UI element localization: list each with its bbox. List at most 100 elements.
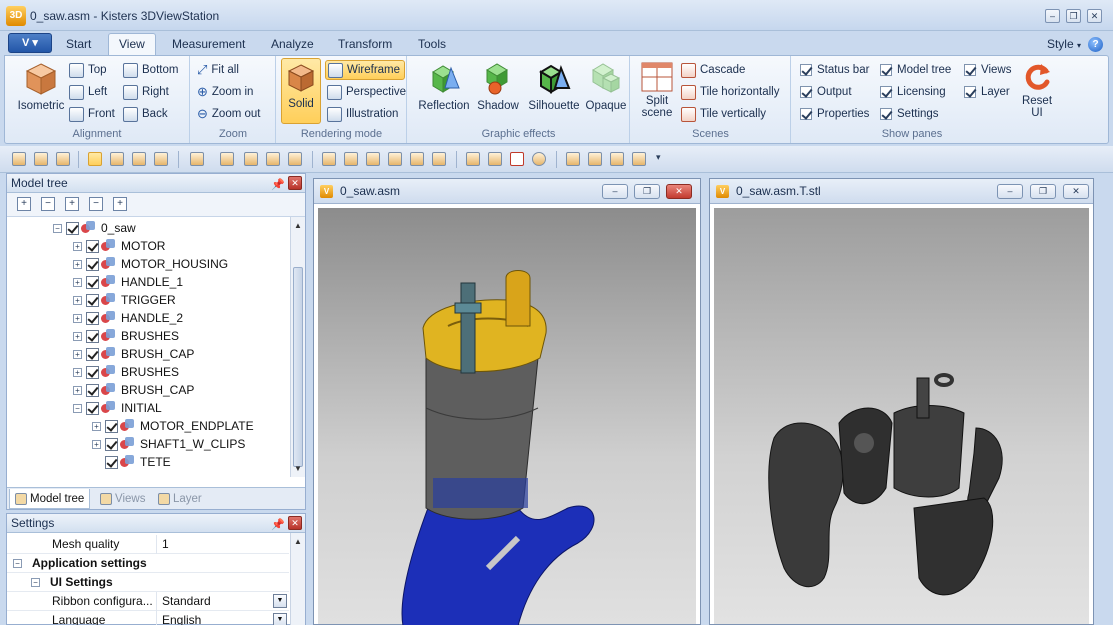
left-view-button[interactable]: Left [69,82,107,102]
rectangle-tool-icon[interactable] [510,152,524,166]
checkbox-checked-icon[interactable] [66,221,79,235]
tile-vertically-button[interactable]: Tile vertically [681,104,766,124]
tree-item[interactable]: TETE [105,453,171,471]
solid-button[interactable]: Solid [281,58,321,124]
layer-checkbox[interactable]: Layer [964,82,1010,102]
cup-tool-icon[interactable] [266,152,280,166]
toolbar-overflow-icon[interactable]: ▾ [656,152,661,163]
restore-icon[interactable]: ❐ [1030,184,1056,199]
rotate-tool-icon[interactable] [366,152,380,166]
tab-model-tree[interactable]: Model tree [9,489,91,509]
circle-tool-icon[interactable] [110,152,124,166]
collapse-icon[interactable]: − [13,558,22,568]
illustration-button[interactable]: Illustration [327,104,398,124]
expand-icon[interactable]: + [92,439,101,449]
tree-item[interactable]: + BRUSH_CAP [73,381,194,399]
checkbox-checked-icon[interactable] [105,455,118,469]
tree-root[interactable]: − 0_saw [53,219,136,237]
properties-checkbox[interactable]: Properties [800,104,869,124]
hand-tool-icon[interactable] [244,152,258,166]
chevron-down-icon[interactable]: ▼ [273,612,287,625]
checkbox-checked-icon[interactable] [105,437,118,451]
expand-icon[interactable]: + [92,421,101,431]
coordinate-tool-icon[interactable] [588,152,602,166]
chevron-down-icon[interactable]: ▼ [273,593,287,608]
status-bar-checkbox[interactable]: Status bar [800,60,869,80]
help-icon[interactable]: ? [1088,37,1103,52]
tab-measurement[interactable]: Measurement [162,35,255,56]
bottom-view-button[interactable]: Bottom [123,60,178,80]
tree-item[interactable]: + BRUSHES [73,363,179,381]
isometric-button[interactable]: Isometric [13,62,69,112]
maximize-button[interactable]: ❐ [1066,9,1081,23]
minimize-icon[interactable]: – [997,184,1023,199]
front-view-button[interactable]: Front [69,104,115,124]
expand-level-icon[interactable]: + [65,197,79,211]
setting-dropdown[interactable]: Standard ▼ [157,592,289,611]
expand-icon[interactable]: + [73,385,82,395]
axis-tool-icon[interactable] [566,152,580,166]
settings-scrollbar[interactable]: ▲ [290,533,305,625]
checkbox-checked-icon[interactable] [86,329,99,343]
cascade-button[interactable]: Cascade [681,60,745,80]
tab-view[interactable]: View [108,33,156,56]
right-view-button[interactable]: Right [123,82,169,102]
reset-ui-button[interactable]: Reset UI [1017,62,1057,119]
flag-tool-icon[interactable] [466,152,480,166]
tree-item[interactable]: − INITIAL [73,399,162,417]
expand-selected-icon[interactable]: + [113,197,127,211]
book-tool-icon[interactable] [220,152,234,166]
select-tool-icon[interactable] [12,152,26,166]
setting-category[interactable]: − UI Settings [7,573,289,592]
lock-tool-icon[interactable] [88,152,102,166]
3d-canvas-right[interactable] [714,208,1089,624]
collapse-all-icon[interactable]: − [41,197,55,211]
mirror-tool-icon[interactable] [388,152,402,166]
expand-icon[interactable]: + [73,367,82,377]
fit-all-button[interactable]: ⤢ Fit all [197,60,239,80]
axis-alt-tool-icon[interactable] [632,152,646,166]
move-tool-icon[interactable] [344,152,358,166]
angle-tool-icon[interactable] [610,152,624,166]
minimize-button[interactable]: – [1045,9,1060,23]
output-checkbox[interactable]: Output [800,82,852,102]
pin-icon[interactable]: 📌 [271,516,285,534]
bucket-tool-icon[interactable] [154,152,168,166]
collapse-icon[interactable]: − [53,223,62,233]
collapse-level-icon[interactable]: − [89,197,103,211]
app-menu-button[interactable]: V ▾ [8,33,52,53]
collapse-icon[interactable]: − [31,577,40,587]
setting-row[interactable]: Language English ▼ [7,610,289,625]
tree-item[interactable]: + BRUSHES [73,327,179,345]
transform-tool-icon[interactable] [410,152,424,166]
back-view-button[interactable]: Back [123,104,168,124]
top-view-button[interactable]: Top [69,60,107,80]
pin-icon[interactable]: 📌 [271,176,285,194]
licensing-checkbox[interactable]: Licensing [880,82,946,102]
scroll-up-icon[interactable]: ▲ [293,221,303,230]
copy-tool-icon[interactable] [432,152,446,166]
checkbox-checked-icon[interactable] [105,419,118,433]
expand-icon[interactable]: + [73,241,82,251]
ellipse-tool-icon[interactable] [532,152,546,166]
filter-tool-icon[interactable] [56,152,70,166]
split-scene-button[interactable]: Split scene [637,62,677,119]
wireframe-button[interactable]: Wireframe [325,60,406,80]
checkbox-checked-icon[interactable] [86,347,99,361]
table-tool-icon[interactable] [34,152,48,166]
checkbox-checked-icon[interactable] [86,257,99,271]
explode-tool-icon[interactable] [322,152,336,166]
setting-dropdown[interactable]: English ▼ [157,611,289,625]
expand-icon[interactable]: + [73,331,82,341]
close-button[interactable]: ✕ [1087,9,1102,23]
tab-start[interactable]: Start [56,35,101,56]
setting-row[interactable]: Mesh quality 1 [7,534,289,554]
minimize-icon[interactable]: – [602,184,628,199]
tab-analyze[interactable]: Analyze [261,35,324,56]
tree-item[interactable]: + HANDLE_1 [73,273,183,291]
tab-views[interactable]: Views [95,489,150,509]
tile-horizontally-button[interactable]: Tile horizontally [681,82,779,102]
setting-category[interactable]: − Application settings [7,554,289,573]
tree-item[interactable]: + BRUSH_CAP [73,345,194,363]
close-icon[interactable]: ✕ [1063,184,1089,199]
